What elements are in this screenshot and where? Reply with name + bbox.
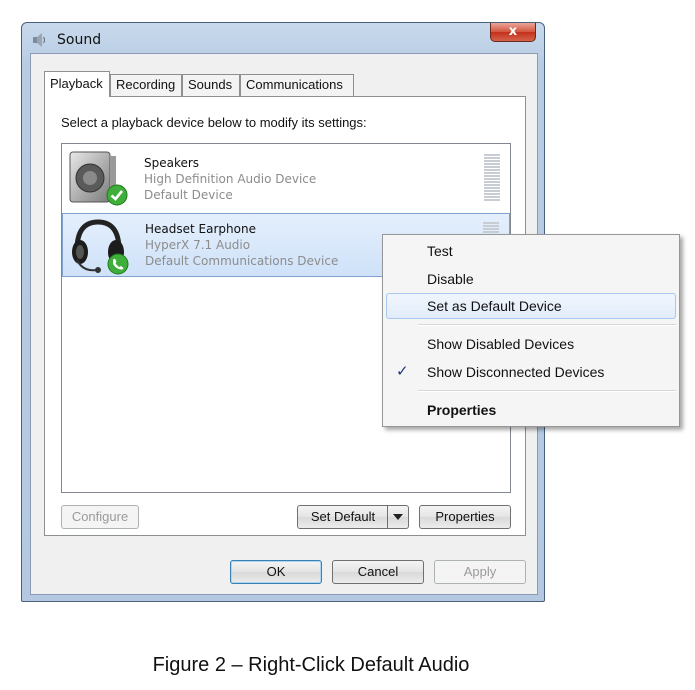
green-check-icon (106, 184, 128, 206)
tab-playback[interactable]: Playback (44, 71, 110, 97)
menu-item-label: Properties (427, 402, 497, 418)
cancel-button[interactable]: Cancel (332, 560, 424, 584)
device-status: Default Device (144, 188, 233, 202)
close-button[interactable]: x (490, 23, 536, 42)
set-default-button[interactable]: Set Default (297, 505, 409, 529)
checkmark-icon: ✓ (396, 363, 409, 380)
chevron-down-icon[interactable] (387, 506, 408, 528)
device-driver: HyperX 7.1 Audio (145, 238, 251, 252)
menu-item-show-disabled-devices[interactable]: Show Disabled Devices (386, 331, 676, 357)
speaker-icon (33, 33, 46, 47)
menu-separator (418, 324, 676, 326)
menu-separator (418, 390, 676, 392)
menu-item-set-as-default-device[interactable]: Set as Default Device (386, 293, 676, 319)
menu-item-test[interactable]: Test (386, 238, 676, 264)
configure-button[interactable]: Configure (61, 505, 139, 529)
green-phone-icon (107, 253, 129, 275)
menu-item-properties[interactable]: Properties (386, 397, 676, 423)
menu-item-disable[interactable]: Disable (386, 266, 676, 292)
properties-button[interactable]: Properties (419, 505, 511, 529)
device-item-speakers[interactable]: Speakers High Definition Audio Device De… (62, 146, 510, 210)
menu-item-label: Show Disabled Devices (427, 336, 575, 352)
tab-sounds[interactable]: Sounds (182, 74, 240, 96)
instructions-text: Select a playback device below to modify… (61, 115, 367, 130)
menu-item-label: Test (427, 243, 453, 259)
set-default-label: Set Default (310, 509, 376, 524)
menu-item-label: Disable (427, 271, 474, 287)
ok-button[interactable]: OK (230, 560, 322, 584)
menu-item-show-disconnected-devices[interactable]: ✓ Show Disconnected Devices (386, 359, 676, 385)
device-name: Headset Earphone (145, 222, 256, 236)
context-menu: Test Disable Set as Default Device Show … (382, 234, 680, 427)
figure-caption: Figure 2 – Right-Click Default Audio (152, 654, 470, 676)
menu-item-label: Set as Default Device (427, 298, 562, 314)
volume-level-meter (484, 154, 500, 204)
device-name: Speakers (144, 156, 200, 170)
menu-item-label: Show Disconnected Devices (427, 364, 605, 380)
window-title: Sound (57, 32, 102, 48)
device-status: Default Communications Device (145, 254, 339, 268)
device-driver: High Definition Audio Device (144, 172, 317, 186)
title-bar[interactable]: Sound x (22, 23, 544, 53)
tab-recording[interactable]: Recording (110, 74, 182, 96)
tab-communications[interactable]: Communications (240, 74, 354, 96)
apply-button[interactable]: Apply (434, 560, 526, 584)
